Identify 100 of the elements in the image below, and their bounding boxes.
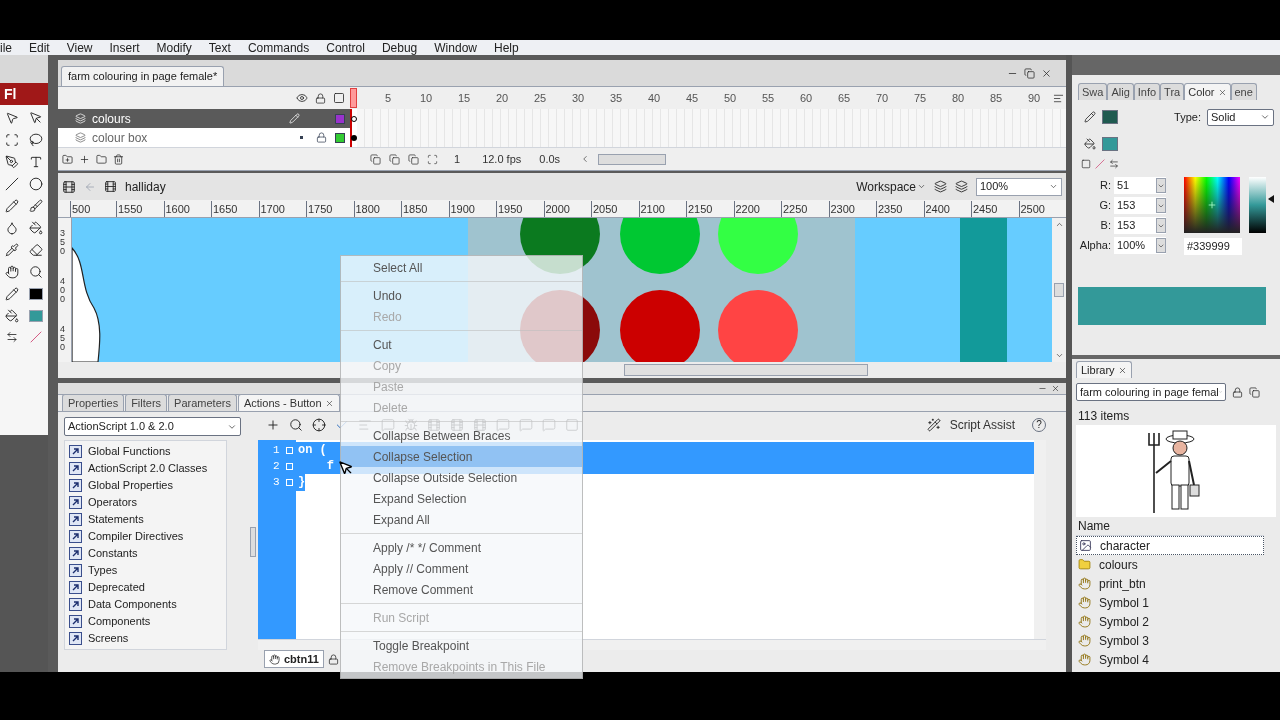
scroll-up-icon[interactable] [1054, 220, 1064, 229]
panel-tab[interactable]: Filters [125, 394, 168, 411]
library-item[interactable]: Symbol 2 [1076, 612, 1264, 631]
stroke-color-swatch[interactable] [1102, 110, 1118, 124]
vertical-scrollbar[interactable] [1034, 440, 1046, 639]
library-item[interactable]: Symbol 3 [1076, 631, 1264, 650]
panel-tab[interactable]: Tra [1160, 83, 1185, 100]
oval-icon[interactable] [29, 177, 43, 191]
free-transform-icon[interactable] [5, 133, 19, 147]
restore-icon[interactable] [1024, 67, 1035, 79]
close-icon[interactable] [1217, 87, 1227, 97]
menu-item[interactable]: Cut [341, 334, 582, 355]
library-item[interactable]: print_btn [1076, 574, 1264, 593]
fold-marker[interactable] [285, 478, 293, 486]
menu-bar-item[interactable]: Text [208, 42, 231, 55]
pencil-icon[interactable] [5, 199, 19, 213]
stroke-color-icon[interactable] [5, 287, 19, 301]
layer-name[interactable]: colour box [92, 128, 300, 147]
edit-pencil-icon[interactable] [289, 113, 300, 124]
lock-layers-icon[interactable] [315, 92, 326, 104]
menu-bar-item[interactable]: Control [326, 42, 365, 55]
toolbox-item[interactable]: Statements [65, 511, 226, 528]
fill-color-icon[interactable] [1084, 138, 1096, 150]
close-icon[interactable] [324, 398, 334, 408]
channel-field[interactable]: 153 [1114, 217, 1166, 234]
library-tab[interactable]: Library [1076, 361, 1132, 378]
toolbox-item[interactable]: Compiler Directives [65, 528, 226, 545]
toolbox-item[interactable]: Global Functions [65, 443, 226, 460]
close-icon[interactable] [1117, 365, 1127, 375]
toolbox-item[interactable]: Types [65, 562, 226, 579]
motion-guide-icon[interactable] [79, 153, 90, 165]
layer-color-swatch[interactable] [335, 132, 345, 143]
stroke-color-icon[interactable] [1084, 111, 1096, 123]
eyedropper-icon[interactable] [5, 243, 19, 257]
edit-scene-icon[interactable] [934, 180, 947, 193]
zoom-dropdown[interactable]: 100% [976, 177, 1062, 196]
ink-bottle-icon[interactable] [5, 221, 19, 235]
no-color-icon[interactable] [1095, 159, 1105, 169]
scene-name[interactable]: halliday [125, 177, 166, 196]
library-item[interactable]: colours [1076, 555, 1264, 574]
edit-symbol-icon[interactable] [955, 180, 968, 193]
menu-item[interactable]: Expand Selection [341, 488, 582, 509]
menu-bar-item[interactable]: Insert [109, 42, 140, 55]
scene-icon[interactable] [104, 180, 117, 193]
new-folder-icon[interactable] [96, 153, 107, 165]
hand-icon[interactable] [5, 265, 19, 279]
menu-bar-item[interactable]: Modify [156, 42, 192, 55]
show-layers-icon[interactable] [296, 92, 308, 104]
swap-colors-icon[interactable] [1109, 159, 1119, 169]
panel-tab[interactable]: Info [1133, 83, 1161, 100]
language-dropdown[interactable]: ActionScript 1.0 & 2.0 [64, 417, 241, 436]
menu-item[interactable]: Collapse Between Braces [341, 425, 582, 446]
timeline-menu-icon[interactable] [1053, 92, 1064, 104]
onion-outline-icon[interactable] [389, 153, 400, 165]
target-path-icon[interactable] [312, 417, 326, 432]
menu-bar-item[interactable]: Help [494, 42, 519, 55]
script-assist-icon[interactable] [926, 417, 941, 432]
menu-item[interactable]: Undo [341, 285, 582, 306]
text-tool-icon[interactable] [29, 155, 43, 169]
pin-library-icon[interactable] [1232, 386, 1243, 398]
pin-script-icon[interactable] [327, 653, 339, 665]
document-tab[interactable]: farm colouring in page female* [61, 66, 225, 86]
menu-item[interactable]: Collapse Outside Selection [341, 467, 582, 488]
vertical-scrollbar-thumb[interactable] [1054, 283, 1064, 297]
brightness-pointer[interactable] [1268, 195, 1274, 203]
panel-tab[interactable]: Parameters [168, 394, 237, 411]
line-icon[interactable] [5, 177, 19, 191]
splitter-handle[interactable] [250, 527, 256, 557]
toolbox-item[interactable]: Operators [65, 494, 226, 511]
swap-colors-icon[interactable] [6, 331, 18, 343]
panel-tab[interactable]: Actions - Button [237, 394, 340, 411]
stroke-swatch[interactable] [29, 288, 43, 300]
paint-bucket-icon[interactable] [29, 221, 43, 235]
channel-field[interactable]: 153 [1114, 197, 1166, 214]
library-item[interactable]: character [1076, 536, 1264, 555]
subselection-arrow-icon[interactable] [29, 111, 43, 125]
pen-icon[interactable] [5, 155, 19, 169]
panel-tab[interactable]: Color [1184, 83, 1231, 100]
color-spectrum[interactable] [1184, 177, 1240, 233]
panel-tab[interactable]: ene [1230, 83, 1257, 100]
layer-icon[interactable] [75, 113, 86, 124]
scroll-down-icon[interactable] [1054, 351, 1064, 360]
timeline-scrollbar[interactable] [598, 153, 667, 165]
close-icon[interactable] [1051, 384, 1060, 393]
menu-bar-item[interactable]: Debug [381, 42, 418, 55]
menu-item[interactable]: Select All [341, 257, 582, 278]
menu-bar-item[interactable]: View [66, 42, 93, 55]
fold-marker[interactable] [285, 446, 293, 454]
toolbox-item[interactable]: Global Properties [65, 477, 226, 494]
panel-tab[interactable]: Alig [1107, 83, 1134, 100]
onion-skin-icon[interactable] [370, 153, 381, 165]
add-statement-icon[interactable] [266, 417, 280, 432]
outline-layers-icon[interactable] [333, 92, 345, 104]
onion-markers-icon[interactable] [427, 153, 438, 165]
menu-item[interactable]: Expand All [341, 509, 582, 530]
timeline-toggle-icon[interactable] [62, 179, 76, 194]
find-icon[interactable] [289, 417, 303, 432]
delete-layer-icon[interactable] [113, 153, 124, 165]
fill-swatch[interactable] [29, 310, 43, 322]
toolbox-item[interactable]: Data Components [65, 596, 226, 613]
